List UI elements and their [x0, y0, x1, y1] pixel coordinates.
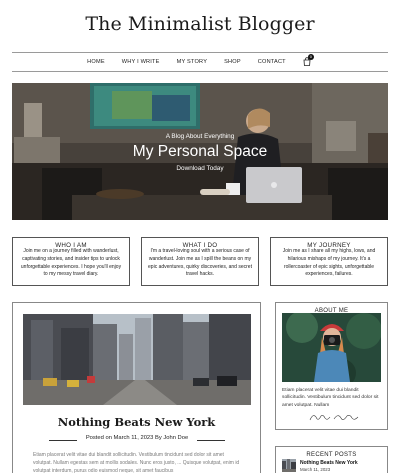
feature-text: Join me as I share all my highs, lows, a… [282, 248, 376, 278]
nav-item-my-story[interactable]: MY STORY [177, 59, 208, 65]
main-navigation: HOME WHY I WRITE MY STORY SHOP CONTACT 0 [12, 52, 388, 72]
photographer-portrait [282, 313, 381, 382]
feature-text: Join me on a journey filled with wanderl… [20, 248, 122, 278]
about-me-photo [282, 313, 381, 382]
city-thumbnail [282, 459, 296, 472]
nav-item-shop[interactable]: SHOP [224, 59, 241, 65]
nav-item-contact[interactable]: CONTACT [258, 59, 286, 65]
site-title[interactable]: The Minimalist Blogger [0, 13, 400, 35]
new-york-street-photo [23, 314, 251, 405]
post-excerpt: Etiam placerat velit vitae dui blandit s… [33, 452, 240, 473]
signature-image [309, 415, 359, 421]
widget-title: RECENT POSTS [301, 452, 362, 458]
hero-banner: A Blog About Everything My Personal Spac… [12, 83, 388, 220]
post-featured-image[interactable] [23, 314, 251, 405]
recent-posts-widget: RECENT POSTS Nothing Beats New York Marc… [275, 446, 388, 473]
blog-post-card: Nothing Beats New York Posted on March 1… [12, 302, 261, 473]
feature-box-who-i-am: WHO I AM Join me on a journey filled wit… [12, 237, 130, 286]
recent-post-title[interactable]: Nothing Beats New York [300, 460, 358, 466]
hero-title: My Personal Space [132, 143, 268, 160]
about-me-widget: ABOUT ME Etiam placerat velit vitae dui … [275, 302, 388, 430]
cart-button[interactable]: 0 [303, 54, 314, 67]
cart-count-badge: 0 [307, 54, 314, 60]
recent-post-thumbnail [282, 459, 296, 472]
hero-download-link[interactable]: Download Today [12, 165, 388, 172]
recent-post-date: March 11, 2023 [300, 467, 331, 472]
about-me-text: Etiam placerat velit vitae dui blandit s… [282, 388, 379, 408]
feature-text: I'm a travel-loving soul with a serious … [148, 248, 252, 278]
feature-box-my-journey: MY JOURNEY Join me as I share all my hig… [270, 237, 388, 286]
feature-box-what-i-do: WHAT I DO I'm a travel-loving soul with … [141, 237, 259, 286]
nav-item-why-i-write[interactable]: WHY I WRITE [122, 59, 160, 65]
nav-item-home[interactable]: HOME [87, 59, 105, 65]
post-title[interactable]: Nothing Beats New York [13, 415, 260, 429]
post-meta: Posted on March 11, 2023 By John Doe [23, 435, 251, 445]
hero-pretitle: A Blog About Everything [165, 133, 235, 140]
recent-post-item[interactable]: Nothing Beats New York March 11, 2023 [282, 459, 382, 473]
post-meta-text: Posted on March 11, 2023 By John Doe [85, 435, 189, 441]
